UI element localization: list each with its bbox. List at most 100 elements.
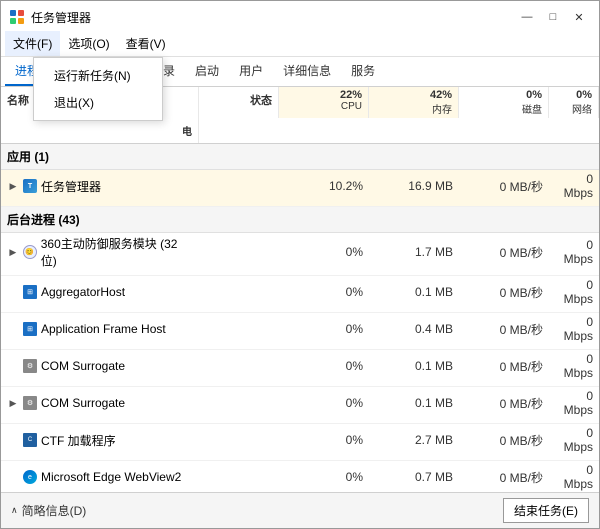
process-cpu: 10.2% xyxy=(279,177,369,195)
file-dropdown: 运行新任务(N) 退出(X) xyxy=(33,57,163,121)
col-cpu[interactable]: 22% CPU xyxy=(279,87,369,118)
process-disk: 0 MB/秒 xyxy=(459,430,549,451)
process-name: ⚙ COM Surrogate xyxy=(1,357,199,375)
process-memory: 0.1 MB xyxy=(369,283,459,301)
menu-file[interactable]: 文件(F) xyxy=(5,31,60,56)
memory-percent: 42% xyxy=(375,89,452,101)
col-memory[interactable]: 42% 内存 xyxy=(369,87,459,118)
minimize-button[interactable]: — xyxy=(515,7,539,27)
process-memory: 1.7 MB xyxy=(369,243,459,261)
process-name: ⊞ AggregatorHost xyxy=(1,283,199,301)
menu-exit[interactable]: 退出(X) xyxy=(34,89,162,116)
expand-icon[interactable]: ▶ xyxy=(7,246,19,258)
close-button[interactable]: ✕ xyxy=(567,7,591,27)
table-row[interactable]: ⊞ AggregatorHost 0% 0.1 MB 0 MB/秒 0 Mbps xyxy=(1,276,599,313)
table-row[interactable]: ▶ ⚙ COM Surrogate 0% 0.1 MB 0 MB/秒 0 Mbp… xyxy=(1,387,599,424)
table-row[interactable]: ▶ T 任务管理器 10.2% 16.9 MB 0 MB/秒 0 Mbps xyxy=(1,170,599,207)
process-network: 0 Mbps xyxy=(549,461,599,492)
menu-run-new[interactable]: 运行新任务(N) xyxy=(34,62,162,89)
menu-view[interactable]: 查看(V) xyxy=(118,31,174,56)
tab-services[interactable]: 服务 xyxy=(341,57,385,86)
process-disk: 0 MB/秒 xyxy=(459,467,549,488)
process-name: ▶ 😊 360主动防御服务模块 (32 位) xyxy=(1,233,199,271)
table-row[interactable]: ⚙ COM Surrogate 0% 0.1 MB 0 MB/秒 0 Mbps xyxy=(1,350,599,387)
table-row[interactable]: C CTF 加载程序 0% 2.7 MB 0 MB/秒 0 Mbps xyxy=(1,424,599,461)
process-memory: 2.7 MB xyxy=(369,431,459,449)
expand-icon[interactable]: ▶ xyxy=(7,180,19,192)
title-bar: 任务管理器 — □ ✕ xyxy=(1,1,599,31)
process-status xyxy=(199,438,279,442)
title-controls: — □ ✕ xyxy=(515,7,591,27)
summary-toggle[interactable]: ∧ 简略信息(D) xyxy=(11,502,86,519)
process-power xyxy=(1,382,199,386)
process-network: 0 Mbps xyxy=(549,236,599,268)
com2-icon: ⚙ xyxy=(23,396,37,410)
process-cpu: 0% xyxy=(279,357,369,375)
memory-label: 内存 xyxy=(375,101,452,116)
process-power xyxy=(1,271,199,275)
process-power xyxy=(1,456,199,460)
process-cpu: 0% xyxy=(279,468,369,486)
task-manager-window: 任务管理器 — □ ✕ 文件(F) 选项(O) 查看(V) 运行新任务(N) 退… xyxy=(0,0,600,529)
process-name: e Microsoft Edge WebView2 xyxy=(1,468,199,486)
cpu-percent: 22% xyxy=(285,89,362,101)
process-name: ▶ T 任务管理器 xyxy=(1,176,199,197)
tab-details[interactable]: 详细信息 xyxy=(273,57,341,86)
network-label: 网络 xyxy=(555,101,592,116)
process-cpu: 0% xyxy=(279,243,369,261)
process-network: 0 Mbps xyxy=(549,387,599,419)
title-bar-left: 任务管理器 xyxy=(9,9,91,26)
process-name: C CTF 加载程序 xyxy=(1,430,199,451)
tab-startup[interactable]: 启动 xyxy=(185,57,229,86)
process-power xyxy=(1,308,199,312)
menu-options[interactable]: 选项(O) xyxy=(60,31,117,56)
col-network[interactable]: 0% 网络 xyxy=(549,87,599,118)
tab-users[interactable]: 用户 xyxy=(229,57,273,86)
footer: ∧ 简略信息(D) 结束任务(E) xyxy=(1,492,599,528)
process-network: 0 Mbps xyxy=(549,424,599,456)
col-status[interactable]: 状态 xyxy=(199,87,279,118)
disk-label: 磁盘 xyxy=(465,101,542,116)
disk-percent: 0% xyxy=(465,89,542,101)
cpu-label: CPU xyxy=(285,101,362,112)
process-power xyxy=(1,345,199,349)
process-network: 0 Mbps xyxy=(549,276,599,308)
com-icon: ⚙ xyxy=(23,359,37,373)
table-row[interactable]: ⊞ Application Frame Host 0% 0.4 MB 0 MB/… xyxy=(1,313,599,350)
process-power xyxy=(1,419,199,423)
process-name: ⊞ Application Frame Host xyxy=(1,320,199,338)
window-icon xyxy=(9,9,25,25)
process-network: 0 Mbps xyxy=(549,170,599,202)
process-name: ▶ ⚙ COM Surrogate xyxy=(1,394,199,412)
360-icon: 😊 xyxy=(23,245,37,259)
col-disk[interactable]: 0% 磁盘 xyxy=(459,87,549,118)
table-row[interactable]: e Microsoft Edge WebView2 0% 0.7 MB 0 MB… xyxy=(1,461,599,492)
process-memory: 16.9 MB xyxy=(369,177,459,195)
process-memory: 0.7 MB xyxy=(369,468,459,486)
network-percent: 0% xyxy=(555,89,592,101)
process-disk: 0 MB/秒 xyxy=(459,282,549,303)
expand-icon[interactable]: ▶ xyxy=(7,397,19,409)
process-cpu: 0% xyxy=(279,283,369,301)
process-memory: 0.1 MB xyxy=(369,394,459,412)
process-disk: 0 MB/秒 xyxy=(459,319,549,340)
col-power[interactable]: 电 xyxy=(1,118,199,143)
process-cpu: 0% xyxy=(279,431,369,449)
process-power xyxy=(1,202,199,206)
process-status xyxy=(199,327,279,331)
process-disk: 0 MB/秒 xyxy=(459,356,549,377)
chevron-up-icon: ∧ xyxy=(11,505,18,516)
maximize-button[interactable]: □ xyxy=(541,7,565,27)
end-task-button[interactable]: 结束任务(E) xyxy=(503,498,589,523)
process-cpu: 0% xyxy=(279,394,369,412)
section-bg: 后台进程 (43) xyxy=(1,207,599,233)
summary-label: 简略信息(D) xyxy=(22,502,87,519)
process-status xyxy=(199,475,279,479)
tm-icon: T xyxy=(23,179,37,193)
table-row[interactable]: ▶ 😊 360主动防御服务模块 (32 位) 0% 1.7 MB 0 MB/秒 … xyxy=(1,233,599,276)
process-network: 0 Mbps xyxy=(549,350,599,382)
process-status xyxy=(199,250,279,254)
process-list[interactable]: 应用 (1) ▶ T 任务管理器 10.2% 16.9 MB 0 MB/秒 0 … xyxy=(1,144,599,492)
menu-bar: 文件(F) 选项(O) 查看(V) 运行新任务(N) 退出(X) xyxy=(1,31,599,57)
process-status xyxy=(199,401,279,405)
